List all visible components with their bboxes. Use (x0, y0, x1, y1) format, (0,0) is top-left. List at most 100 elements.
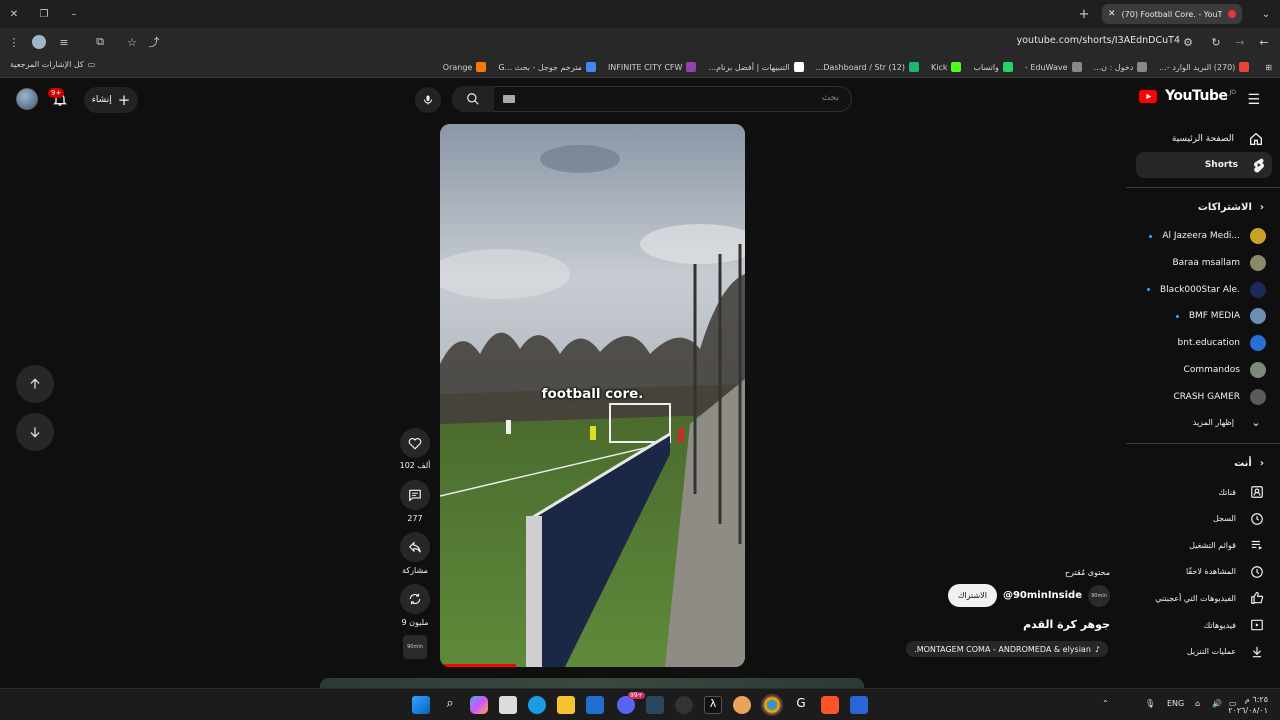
heart-icon (408, 437, 422, 450)
bookmark-item[interactable]: التنبيهات | أفضل برنام... (708, 62, 804, 72)
previous-short-button[interactable] (16, 365, 54, 403)
share-page-icon[interactable]: ⤴ (146, 34, 162, 50)
search-button[interactable] (452, 86, 494, 112)
restore-window-icon[interactable]: ❐ (36, 6, 52, 22)
remix-button[interactable] (400, 584, 430, 614)
bookmark-item[interactable]: Kick (931, 62, 962, 72)
sidebar-item-watch-later[interactable]: المشاهدة لاحقًا (1134, 559, 1270, 585)
sidebar-item-downloads[interactable]: عمليات التنزيل (1134, 639, 1270, 665)
reading-list-icon[interactable]: ≡ (56, 34, 72, 50)
volume-icon[interactable]: 🔊 (1212, 699, 1222, 708)
sidebar-item-your-videos[interactable]: فيديوهاتك (1134, 612, 1270, 638)
sidebar-item-liked[interactable]: الفيديوهات التي أعجبتني (1134, 585, 1270, 611)
bookmark-item[interactable]: EduWave - (1025, 62, 1082, 72)
search-input[interactable]: بحث (452, 86, 852, 112)
sidebar-item-playlists[interactable]: قوائم التشغيل (1134, 532, 1270, 558)
video-title[interactable]: جوهر كرة القدم (1023, 618, 1110, 631)
suggested-content-tag: محتوى مُقترح (1064, 568, 1110, 577)
start-icon[interactable] (412, 696, 430, 714)
subscription-item[interactable]: Al Jazeera Medi... (1132, 225, 1266, 247)
search-taskbar-icon[interactable]: ⌕ (441, 696, 459, 714)
subscription-item[interactable]: BMF MEDIA (1132, 305, 1266, 327)
forward-icon[interactable]: → (1232, 34, 1248, 50)
clock[interactable]: ٦:٢٥ م ٢٠٢٦/٠٨/٠١ (1228, 694, 1268, 716)
like-button[interactable] (400, 428, 430, 458)
copilot-icon[interactable] (470, 696, 488, 714)
github-icon[interactable] (675, 696, 693, 714)
app-icon[interactable] (733, 696, 751, 714)
subscription-item[interactable]: bnt.education (1132, 332, 1266, 354)
channel-avatar (1250, 254, 1266, 271)
mic-tray-icon[interactable]: 🎙 (1145, 699, 1155, 708)
menu-dots-icon[interactable]: ⋮ (6, 34, 22, 50)
store-icon[interactable] (499, 696, 517, 714)
youtube-logo[interactable]: YouTube JO (1139, 88, 1236, 104)
sidebar-item-shorts[interactable]: Shorts (1136, 152, 1272, 178)
chrome-icon[interactable] (761, 694, 783, 716)
create-button[interactable]: + إنشاء (84, 87, 138, 113)
tab-close-icon[interactable]: ✕ (1108, 9, 1116, 19)
subscription-item[interactable]: Black000Star Ale... (1132, 279, 1266, 301)
sidebar-item-history[interactable]: السجل (1134, 506, 1270, 532)
all-bookmarks-button[interactable]: كل الإشارات المرجعية ▭ (10, 60, 95, 69)
browser-tab[interactable]: ✕ (70) Football Core. - YouTube (1102, 4, 1242, 24)
tab-title: (70) Football Core. - YouTube (1121, 9, 1222, 19)
subscriptions-header[interactable]: الاشتراكات › (1198, 202, 1264, 213)
video-progress-bar[interactable] (444, 664, 516, 667)
back-icon[interactable]: ← (1256, 34, 1272, 50)
close-window-icon[interactable]: ✕ (6, 6, 22, 22)
language-indicator[interactable]: ENG (1167, 699, 1184, 708)
new-content-dot (1147, 288, 1150, 292)
bookmark-item[interactable]: مترجم جوجل - بحث ...G (498, 62, 596, 72)
bookmark-item[interactable]: (12) Dashboard / Str... (816, 62, 919, 72)
next-short-button[interactable] (16, 413, 54, 451)
keyboard-icon[interactable] (503, 95, 515, 103)
sound-thumbnail[interactable]: 90min (403, 635, 427, 659)
tab-search-icon[interactable]: ⌄ (1258, 6, 1274, 22)
voice-search-button[interactable] (415, 87, 441, 113)
reload-icon[interactable]: ↻ (1208, 34, 1224, 50)
apps-grid-icon[interactable]: ⊞ (1265, 63, 1272, 72)
tray-overflow-icon[interactable]: ⌃ (1102, 699, 1109, 708)
channel-avatar[interactable]: 90min (1088, 584, 1110, 607)
brave-icon[interactable] (821, 696, 839, 714)
file-explorer-icon[interactable] (557, 696, 575, 714)
edge-icon[interactable] (528, 696, 546, 714)
account-avatar[interactable] (16, 88, 38, 110)
mail-icon[interactable] (586, 696, 604, 714)
steam-icon[interactable] (646, 696, 664, 714)
clock-date: ٢٠٢٦/٠٨/٠١ (1228, 706, 1268, 715)
subscription-item[interactable]: Commandos (1132, 359, 1266, 381)
comments-button[interactable] (400, 480, 430, 510)
music-chip[interactable]: ♪ MONTAGEM COMA - ANDROMEDA & elysian. (906, 641, 1108, 657)
bookmark-item[interactable]: INFINITE CITY CFW (608, 62, 697, 72)
bookmark-item[interactable]: دخول : ن... (1094, 62, 1148, 72)
bookmark-item[interactable]: (270) البريد الوارد -... (1159, 62, 1250, 72)
profile-icon[interactable] (32, 35, 46, 49)
address-bar[interactable]: youtube.com/shorts/I3AEdnDCuT4 (990, 35, 1180, 46)
app3-icon[interactable] (850, 696, 868, 714)
bookmark-label: (12) Dashboard / Str... (815, 62, 905, 72)
subscription-item[interactable]: Baraa msallam (1132, 252, 1266, 274)
subscribe-button[interactable]: الاشتراك (947, 584, 997, 607)
share-button[interactable] (400, 532, 430, 562)
you-header[interactable]: أنت › (1234, 458, 1264, 469)
show-more-button[interactable]: إظهار المزيد ⌄ (1134, 409, 1270, 435)
terminal-icon[interactable]: λ (704, 696, 722, 714)
app2-icon[interactable]: G (792, 696, 810, 714)
shorts-video-player[interactable]: football core. (440, 124, 745, 667)
subscription-item[interactable]: CRASH GAMER (1132, 386, 1266, 408)
channel-handle[interactable]: @90minInside (1003, 590, 1082, 601)
new-tab-icon[interactable]: + (1076, 6, 1092, 22)
sidebar-item-channel[interactable]: قناتك (1134, 479, 1270, 505)
minimize-window-icon[interactable]: – (66, 6, 82, 22)
extensions-icon[interactable]: ⧉ (92, 34, 108, 50)
sidebar-item-home[interactable]: الصفحة الرئيسية (1134, 126, 1270, 152)
bookmark-item[interactable]: واتساب (973, 62, 1013, 72)
bookmark-star-icon[interactable]: ☆ (124, 34, 140, 50)
bookmark-item[interactable]: Orange (443, 62, 487, 72)
network-icon[interactable]: ⌂ (1195, 699, 1200, 708)
site-settings-icon[interactable]: ⚙ (1180, 34, 1196, 50)
guide-menu-icon[interactable]: ☰ (1247, 92, 1260, 108)
plus-icon: + (117, 91, 131, 109)
